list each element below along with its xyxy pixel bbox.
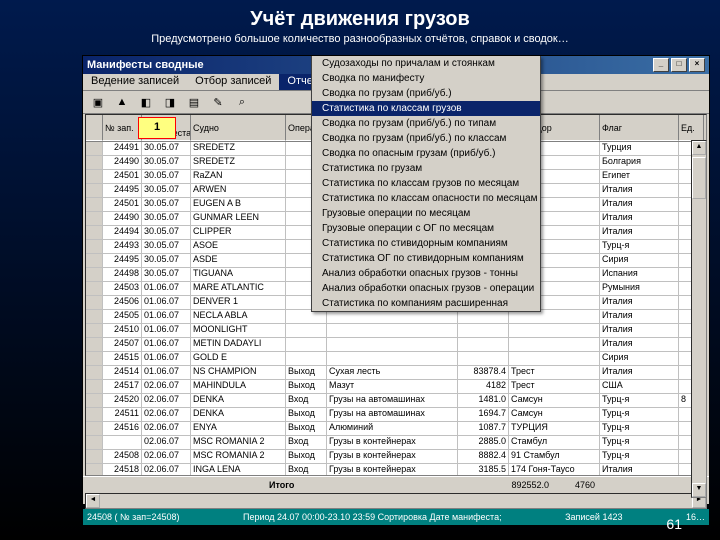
maximize-button[interactable]: □ — [671, 58, 687, 72]
status-extra: 16… — [686, 512, 705, 522]
summary-row: Итого 892552.0 4760 — [83, 476, 709, 493]
menu-item[interactable]: Сводка по манифесту — [312, 71, 540, 86]
table-row[interactable]: 2451102.06.07DENKAВыходГрузы на автомаши… — [86, 408, 706, 422]
menu-item[interactable]: Сводка по грузам (приб/уб.) по типам — [312, 116, 540, 131]
table-row[interactable]: 2451602.06.07ENYAВыходАлюминий1087.7ТУРЦ… — [86, 422, 706, 436]
menu-item[interactable]: Грузовые операции по месяцам — [312, 206, 540, 221]
column-header[interactable]: Флаг — [600, 115, 679, 141]
slide-subtitle: Предусмотрено большое количество разнооб… — [0, 33, 720, 51]
menu-ведение-записей[interactable]: Ведение записей — [83, 74, 187, 90]
status-record: 24508 ( № зап=24508) — [87, 512, 179, 522]
toolbar-button[interactable]: ✎ — [207, 92, 229, 112]
menu-item[interactable]: Грузовые операции с ОГ по месяцам — [312, 221, 540, 236]
toolbar-button[interactable]: ▣ — [87, 92, 109, 112]
menu-item[interactable]: Статистика по грузам — [312, 161, 540, 176]
reports-menu: Судозаходы по причалам и стоянкамСводка … — [311, 56, 541, 312]
slide-title: Учёт движения грузов — [0, 0, 720, 33]
column-header[interactable]: Судно — [191, 115, 286, 141]
toolbar-button[interactable]: ▲ — [111, 92, 133, 112]
status-count: Записей 1423 — [565, 512, 622, 522]
menu-отбор-записей[interactable]: Отбор записей — [187, 74, 279, 90]
app-window: Манифесты сводные _ □ × Ведение записейО… — [82, 55, 710, 505]
menu-item[interactable]: Сводка по опасным грузам (приб/уб.) — [312, 146, 540, 161]
toolbar-button[interactable]: ◨ — [159, 92, 181, 112]
table-row[interactable]: 2450802.06.07MSC ROMANIA 2ВыходГрузы в к… — [86, 450, 706, 464]
vertical-scrollbar[interactable]: ▲ ▼ — [691, 140, 707, 498]
toolbar-button[interactable]: ▤ — [183, 92, 205, 112]
status-bar: 24508 ( № зап=24508) Период 24.07 00:00-… — [83, 509, 709, 525]
table-row[interactable]: 02.06.07MSC ROMANIA 2ВходГрузы в контейн… — [86, 436, 706, 450]
menu-item[interactable]: Сводка по грузам (приб/уб.) по классам — [312, 131, 540, 146]
menu-item[interactable]: Судозаходы по причалам и стоянкам — [312, 56, 540, 71]
menu-item[interactable]: Статистика по классам опасности по месяц… — [312, 191, 540, 206]
toolbar-button[interactable]: ◧ — [135, 92, 157, 112]
toolbar-button[interactable]: ⌕ — [231, 92, 253, 112]
page-number: 61 — [666, 516, 682, 532]
highlight-badge: 1 — [138, 117, 176, 139]
menu-item[interactable]: Статистика по стивидорным компаниям — [312, 236, 540, 251]
horizontal-scrollbar[interactable]: ◄ ► — [85, 493, 707, 509]
menu-item[interactable]: Анализ обработки опасных грузов - тонны — [312, 266, 540, 281]
scroll-thumb[interactable] — [692, 157, 706, 199]
table-row[interactable]: 2451702.06.07MAHINDULAВыходМазут4182Трес… — [86, 380, 706, 394]
column-header[interactable]: № зап. — [103, 115, 142, 141]
menu-item[interactable]: Статистика по классам грузов по месяцам — [312, 176, 540, 191]
menu-item[interactable]: Анализ обработки опасных грузов - операц… — [312, 281, 540, 296]
menu-item[interactable]: Сводка по грузам (приб/уб.) — [312, 86, 540, 101]
close-button[interactable]: × — [689, 58, 705, 72]
table-row[interactable]: 2451001.06.07MOONLIGHTИталия — [86, 324, 706, 338]
minimize-button[interactable]: _ — [653, 58, 669, 72]
table-row[interactable]: 2451802.06.07INGA LENAВходГрузы в контей… — [86, 464, 706, 476]
scroll-up-button[interactable]: ▲ — [692, 141, 706, 155]
table-row[interactable]: 2450701.06.07METIN DADAYLIИталия — [86, 338, 706, 352]
table-row[interactable]: 2451501.06.07GOLD EСирия — [86, 352, 706, 366]
table-row[interactable]: 2450501.06.07NECLA ABLAИталия — [86, 310, 706, 324]
table-row[interactable]: 2452002.06.07DENKAВходГрузы на автомашин… — [86, 394, 706, 408]
scroll-left-button[interactable]: ◄ — [86, 494, 100, 508]
column-header[interactable]: Ед. — [679, 115, 704, 141]
column-header[interactable] — [86, 115, 103, 141]
window-title: Манифесты сводные — [87, 59, 204, 71]
scroll-down-button[interactable]: ▼ — [692, 483, 706, 497]
status-period: Период 24.07 00:00-23.10 23:59 Сортировк… — [243, 512, 502, 522]
menu-item[interactable]: Статистика по компаниям расширенная — [312, 296, 540, 311]
menu-item[interactable]: Статистика ОГ по стивидорным компаниям — [312, 251, 540, 266]
table-row[interactable]: 2451401.06.07NS CHAMPIONВыходСухая лесть… — [86, 366, 706, 380]
menu-item[interactable]: Статистика по классам грузов — [312, 101, 540, 116]
